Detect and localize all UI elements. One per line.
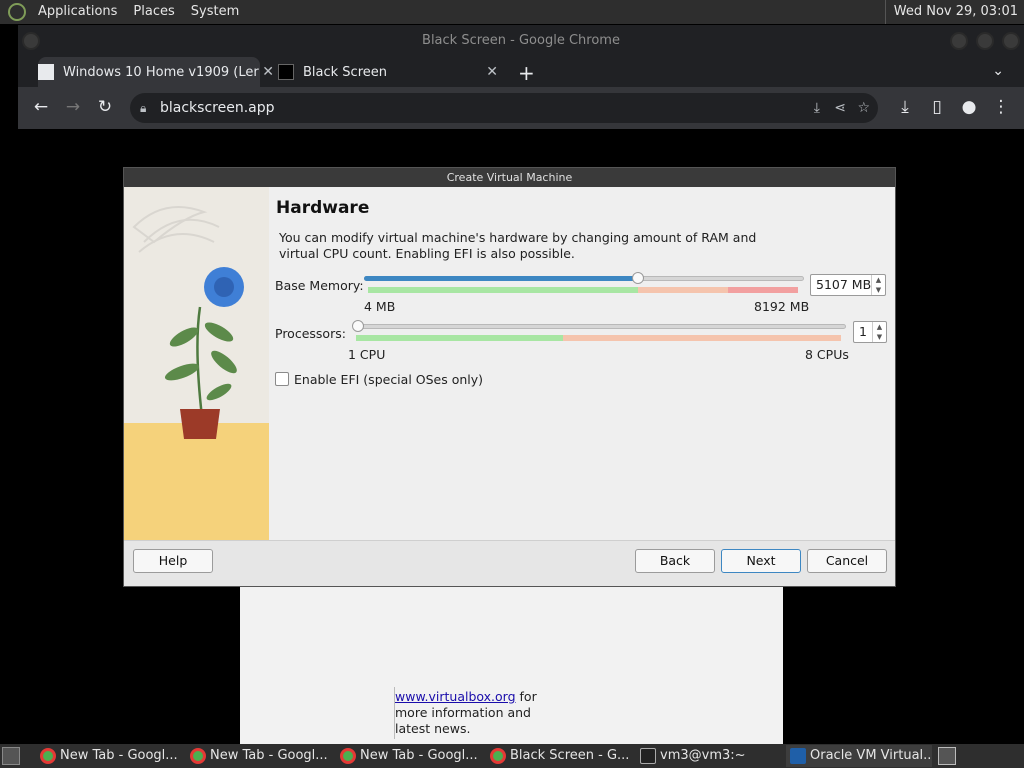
tab-windows10[interactable]: Windows 10 Home v1909 (Ler ✕ bbox=[38, 57, 274, 87]
tab-search-chevron-icon[interactable]: ⌄ bbox=[992, 63, 1004, 79]
spinbox-value: 1 bbox=[859, 324, 867, 339]
create-vm-dialog: Create Virtual Machine Hardware You can … bbox=[123, 167, 896, 587]
taskbar-item-label: Oracle VM Virtual... bbox=[810, 748, 932, 763]
base-memory-slider[interactable] bbox=[364, 272, 804, 294]
enable-efi-label[interactable]: Enable EFI (special OSes only) bbox=[294, 372, 483, 387]
forward-arrow-icon[interactable]: → bbox=[62, 97, 84, 117]
menu-places[interactable]: Places bbox=[125, 0, 182, 24]
show-desktop-icon[interactable] bbox=[2, 747, 20, 765]
reload-icon[interactable]: ↻ bbox=[94, 97, 116, 117]
danger-range-bar bbox=[728, 287, 798, 293]
taskbar-item[interactable]: Black Screen - G... bbox=[486, 745, 632, 767]
taskbar-item-label: New Tab - Googl... bbox=[360, 748, 478, 763]
chrome-icon bbox=[490, 748, 506, 764]
taskbar-item[interactable]: New Tab - Googl... bbox=[186, 745, 332, 767]
chrome-menu-icon[interactable]: ⋮ bbox=[990, 97, 1012, 117]
clock[interactable]: Wed Nov 29, 03:01 bbox=[884, 0, 1018, 24]
workspace-switcher-icon[interactable] bbox=[938, 747, 956, 765]
tab-strip: Windows 10 Home v1909 (Ler ✕ Black Scree… bbox=[18, 57, 1024, 87]
base-memory-label: Base Memory: bbox=[275, 278, 364, 293]
safe-range-bar bbox=[356, 335, 563, 341]
dialog-title[interactable]: Create Virtual Machine bbox=[124, 168, 895, 187]
browser-toolbar: ← → ↻ 🔒︎ blackscreen.app ⤓ ⋖ ☆ ⤓ ▯ ● ⋮ bbox=[18, 87, 1024, 129]
virtualbox-icon bbox=[790, 748, 806, 764]
next-button[interactable]: Next bbox=[721, 549, 801, 573]
welcome-note: www.virtualbox.org for more information … bbox=[395, 689, 543, 737]
virtualbox-link[interactable]: www.virtualbox.org bbox=[395, 689, 516, 704]
base-memory-spinbox[interactable]: 5107 MB ▲ ▼ bbox=[810, 274, 886, 296]
taskbar-item-label: New Tab - Googl... bbox=[60, 748, 178, 763]
chrome-icon bbox=[190, 748, 206, 764]
taskbar-item[interactable]: vm3@vm3:~ bbox=[636, 745, 782, 767]
warn-range-bar bbox=[638, 287, 728, 293]
slider-groove bbox=[356, 324, 846, 329]
taskbar-item-label: Black Screen - G... bbox=[510, 748, 630, 763]
taskbar-item[interactable]: New Tab - Googl... bbox=[336, 745, 482, 767]
back-arrow-icon[interactable]: ← bbox=[30, 97, 52, 117]
share-icon[interactable]: ⋖ bbox=[834, 93, 846, 123]
menu-system[interactable]: System bbox=[183, 0, 247, 24]
tab-close-icon[interactable]: ✕ bbox=[262, 64, 274, 80]
slider-handle[interactable] bbox=[632, 272, 644, 284]
black-square-favicon-icon bbox=[278, 64, 294, 80]
tab-black-screen[interactable]: Black Screen ✕ bbox=[278, 57, 498, 87]
tab-label: Black Screen bbox=[303, 64, 387, 80]
spinbox-value: 5107 MB bbox=[816, 277, 872, 292]
profile-avatar-icon[interactable]: ● bbox=[958, 97, 980, 117]
page-heading: Hardware bbox=[276, 198, 370, 218]
warn-range-bar bbox=[563, 335, 841, 341]
bookmark-star-icon[interactable]: ☆ bbox=[857, 93, 870, 123]
new-tab-button[interactable]: + bbox=[518, 61, 535, 85]
maximize-button[interactable] bbox=[976, 32, 994, 50]
chrome-icon bbox=[340, 748, 356, 764]
distro-logo-icon[interactable] bbox=[8, 3, 26, 21]
back-button[interactable]: Back bbox=[635, 549, 715, 573]
cpu-max-label: 8 CPUs bbox=[805, 347, 849, 362]
memory-min-label: 4 MB bbox=[364, 299, 396, 314]
address-bar[interactable]: 🔒︎ blackscreen.app ⤓ ⋖ ☆ bbox=[130, 93, 878, 123]
close-window-button[interactable] bbox=[1002, 32, 1020, 50]
bottom-taskbar: New Tab - Googl... New Tab - Googl... Ne… bbox=[0, 744, 1024, 768]
taskbar-item[interactable]: Oracle VM Virtual... bbox=[786, 745, 932, 767]
cpu-min-label: 1 CPU bbox=[348, 347, 386, 362]
top-panel: Applications Places System Wed Nov 29, 0… bbox=[0, 0, 1024, 24]
slider-fill bbox=[364, 276, 638, 281]
lock-icon[interactable]: 🔒︎ bbox=[140, 93, 146, 123]
menu-applications[interactable]: Applications bbox=[30, 0, 125, 24]
cancel-button[interactable]: Cancel bbox=[807, 549, 887, 573]
help-button[interactable]: Help bbox=[133, 549, 213, 573]
dialog-button-bar: Help Back Next Cancel bbox=[124, 540, 895, 586]
minimize-button[interactable] bbox=[950, 32, 968, 50]
safe-range-bar bbox=[368, 287, 638, 293]
slider-handle[interactable] bbox=[352, 320, 364, 332]
memory-max-label: 8192 MB bbox=[754, 299, 810, 314]
museum-favicon-icon bbox=[38, 64, 54, 80]
side-panel-icon[interactable]: ▯ bbox=[926, 97, 948, 117]
taskbar-item[interactable]: New Tab - Googl... bbox=[36, 745, 182, 767]
taskbar-item-label: New Tab - Googl... bbox=[210, 748, 328, 763]
taskbar-item-label: vm3@vm3:~ bbox=[660, 748, 746, 763]
window-menu-icon[interactable] bbox=[22, 32, 40, 50]
install-app-icon[interactable]: ⤓ bbox=[814, 93, 820, 123]
window-title: Black Screen - Google Chrome bbox=[422, 33, 620, 48]
chrome-icon bbox=[40, 748, 56, 764]
processors-label: Processors: bbox=[275, 326, 346, 341]
window-titlebar[interactable]: Black Screen - Google Chrome bbox=[18, 25, 1024, 57]
page-description: You can modify virtual machine's hardwar… bbox=[279, 230, 757, 261]
processors-spinbox[interactable]: 1 ▲ ▼ bbox=[853, 321, 887, 343]
downloads-icon[interactable]: ⤓ bbox=[894, 97, 916, 117]
processors-slider[interactable] bbox=[352, 320, 846, 342]
spinbox-arrows-icon[interactable]: ▲ ▼ bbox=[871, 275, 885, 295]
tab-label: Windows 10 Home v1909 (Ler bbox=[63, 64, 259, 80]
tab-close-icon[interactable]: ✕ bbox=[486, 64, 498, 80]
enable-efi-checkbox[interactable] bbox=[275, 372, 289, 386]
url-text: blackscreen.app bbox=[160, 100, 275, 116]
spinbox-arrows-icon[interactable]: ▲ ▼ bbox=[872, 322, 886, 342]
terminal-icon bbox=[640, 748, 656, 764]
flower-illustration bbox=[124, 187, 269, 542]
